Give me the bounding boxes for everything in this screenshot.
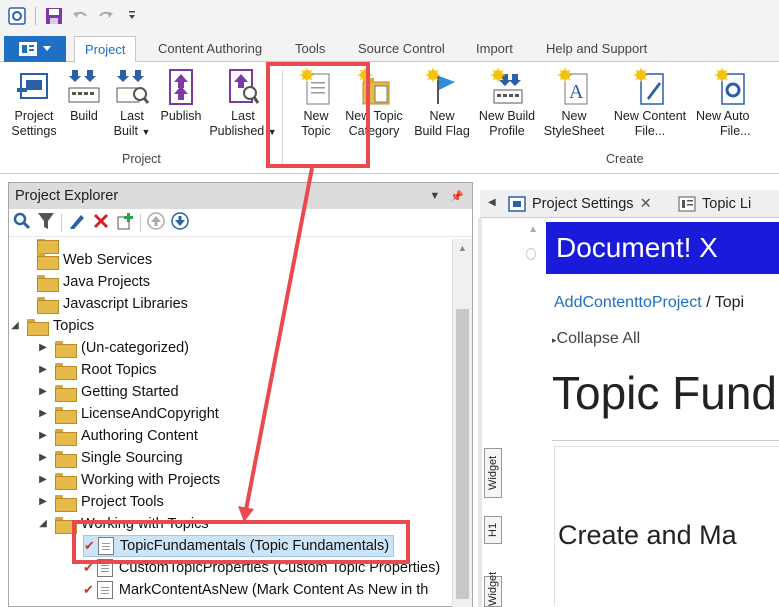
collapse-all-link[interactable]: ▸Collapse All: [552, 330, 640, 348]
heading-divider: [552, 440, 779, 441]
document-preview: ▲ Widget H1 Widget Document! X AddConten…: [478, 218, 779, 607]
page-heading: Topic Fund: [552, 367, 778, 419]
section-heading: Create and Ma: [558, 520, 737, 550]
tab-scroll-left-icon[interactable]: ◀: [488, 197, 496, 208]
document-banner: Document! X: [546, 222, 779, 274]
close-icon[interactable]: ✕: [640, 196, 652, 212]
h1-label[interactable]: H1: [484, 516, 502, 544]
splitter[interactable]: [478, 218, 482, 607]
widget-strip: ▲ Widget H1 Widget: [478, 218, 546, 607]
breadcrumb: AddContenttoProject / Topi: [554, 294, 745, 311]
document-tab-bar: ◀ Project Settings ✕ Topic Li: [480, 190, 779, 218]
project-settings-tab-icon: [508, 196, 526, 212]
widget-label[interactable]: Widget: [484, 448, 502, 498]
topic-list-tab-icon: [678, 196, 696, 212]
breadcrumb-link[interactable]: AddContenttoProject: [554, 294, 702, 311]
tab-topic-list[interactable]: Topic Li: [678, 190, 751, 218]
widget-label[interactable]: Widget: [484, 572, 502, 607]
scroll-indicator: [526, 248, 536, 260]
scroll-up-icon[interactable]: ▲: [528, 224, 538, 235]
tab-project-settings[interactable]: Project Settings ✕: [508, 190, 652, 218]
